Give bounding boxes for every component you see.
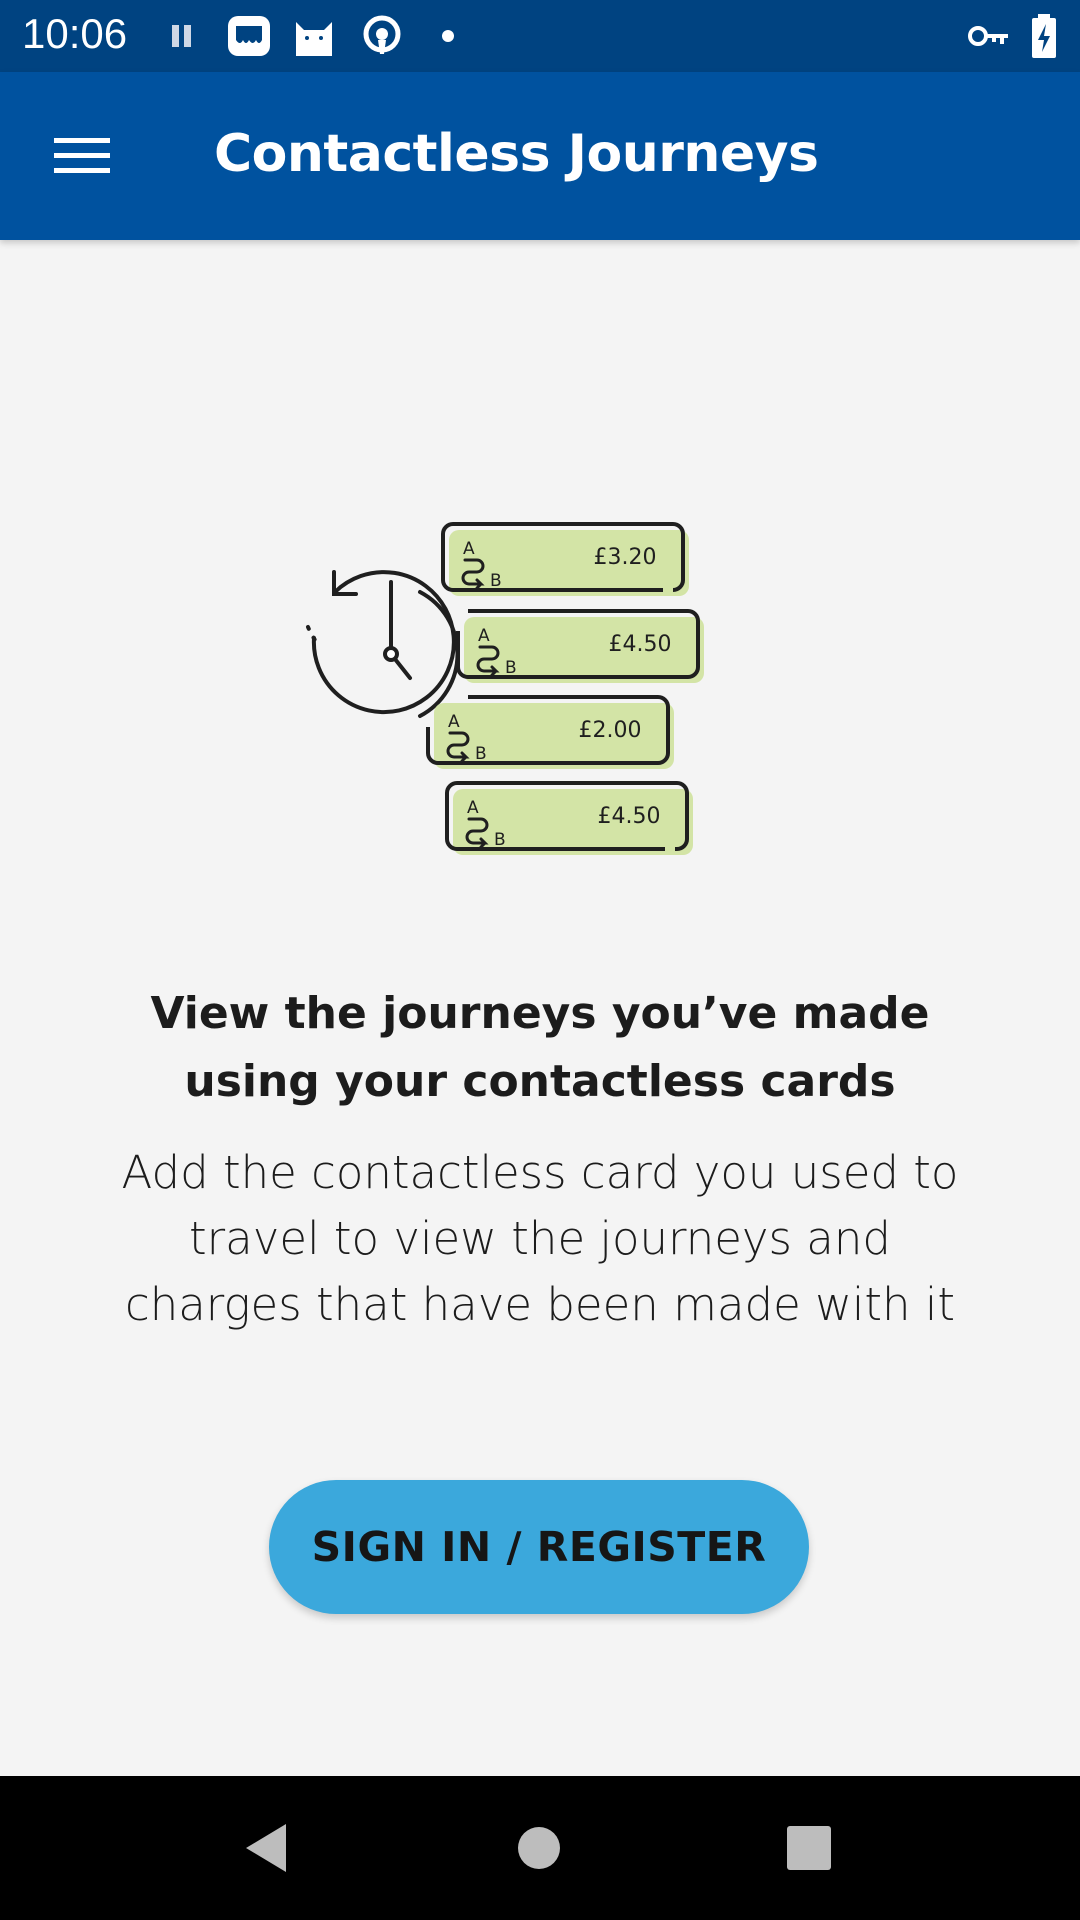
battery-charging-icon xyxy=(1030,14,1058,63)
svg-text:A: A xyxy=(448,712,460,732)
svg-text:B: B xyxy=(494,830,506,850)
fare-label: £4.50 xyxy=(609,632,672,657)
svg-text:B: B xyxy=(505,658,517,678)
status-time: 10:06 xyxy=(22,10,128,57)
dot-icon xyxy=(440,28,456,49)
app-bar: Contactless Journeys xyxy=(0,72,1080,240)
journey-card: A B £3.20 xyxy=(441,522,689,596)
svg-text:B: B xyxy=(475,744,487,764)
svg-text:A: A xyxy=(478,626,490,646)
hamburger-menu-icon[interactable] xyxy=(40,122,124,190)
sign-in-register-button[interactable]: SIGN IN / REGISTER xyxy=(269,1480,809,1614)
home-icon[interactable] xyxy=(503,1812,575,1884)
vpn-key-icon xyxy=(968,22,1010,55)
route-label: A xyxy=(463,539,475,559)
main-content: A B £3.20 A B £4.50 A B £2.00 A B £4.50 … xyxy=(0,240,1080,1776)
svg-text:A: A xyxy=(467,798,479,818)
fare-label: £4.50 xyxy=(598,804,661,829)
page-title: Contactless Journeys xyxy=(214,124,819,184)
history-clock-icon xyxy=(306,570,460,718)
fare-label: £3.20 xyxy=(594,545,657,570)
app-notification-icon xyxy=(226,14,272,63)
status-bar: 10:06 xyxy=(0,0,1080,72)
back-icon[interactable] xyxy=(230,1812,302,1884)
journey-card: A B £4.50 xyxy=(445,781,693,855)
podcast-icon xyxy=(362,14,402,63)
recents-icon[interactable] xyxy=(773,1812,845,1884)
journey-card: A B £4.50 xyxy=(456,609,704,683)
svg-text:B: B xyxy=(490,571,502,591)
cat-app-icon xyxy=(292,14,336,63)
fare-label: £2.00 xyxy=(579,718,642,743)
system-nav-bar xyxy=(0,1776,1080,1920)
empty-state-heading: View the journeys you’ve made using your… xyxy=(150,988,930,1107)
empty-state-description: Add the contactless card you used to tra… xyxy=(121,1146,959,1331)
pause-icon xyxy=(168,22,196,55)
journeys-illustration: A B £3.20 A B £4.50 A B £2.00 A B £4.50 xyxy=(306,522,704,855)
journey-card: A B £2.00 xyxy=(426,695,674,769)
